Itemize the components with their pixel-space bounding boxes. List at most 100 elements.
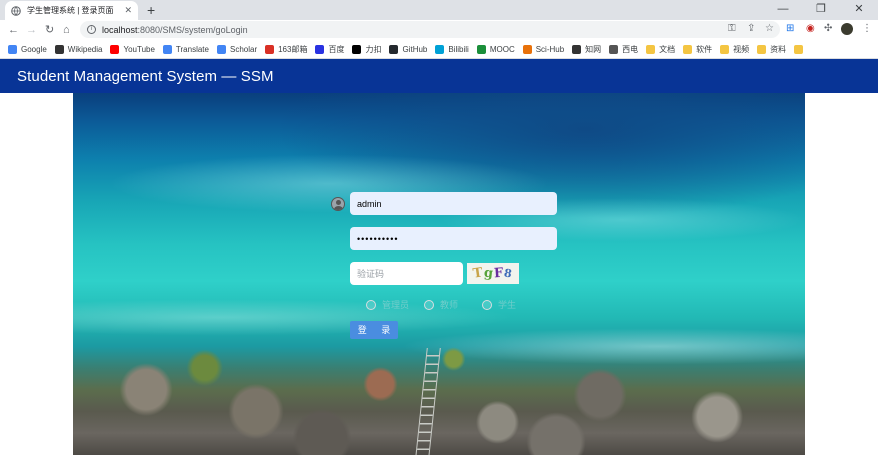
bookmark-label: 软件 <box>696 44 713 54</box>
login-button[interactable]: 登 录 <box>350 321 398 339</box>
role-radio-teacher[interactable]: 教师 <box>424 298 468 311</box>
radio-circle[interactable] <box>424 299 434 310</box>
translate-ext-icon[interactable]: ⊞ <box>786 22 794 36</box>
bookmarks-bar: Google Wikipedia YouTube Translate Scholar 16… <box>0 40 878 59</box>
globe-icon <box>11 5 21 16</box>
bookmark-item[interactable]: 视频 <box>720 44 749 55</box>
bookmark-item[interactable]: YouTube <box>110 44 155 54</box>
bookmark-label: Scholar <box>229 44 258 54</box>
bookmark-label: 西电 <box>622 44 639 54</box>
bookmark-item[interactable]: 力扣 <box>352 44 381 55</box>
bookmark-item[interactable]: 软件 <box>683 44 712 55</box>
close-window-icon[interactable]: ✕ <box>840 0 878 20</box>
maximize-icon[interactable]: ❐ <box>802 0 840 20</box>
bookmark-label: MOOC <box>489 44 515 54</box>
folder-icon <box>757 44 767 54</box>
bookmark-item[interactable]: 百度 <box>315 44 344 55</box>
role-label: 教师 <box>440 300 459 310</box>
bookmark-item[interactable] <box>794 44 807 54</box>
browser-tab-strip: 学生管理系统 | 登录页面 ✕ + — ❐ ✕ <box>0 0 878 20</box>
folder-icon <box>720 44 730 54</box>
tab-title: 学生管理系统 | 登录页面 <box>27 6 114 15</box>
bilibili-icon <box>435 44 445 54</box>
home-icon[interactable]: ⌂ <box>63 22 70 38</box>
user-avatar-icon <box>331 197 345 211</box>
back-icon[interactable]: ← <box>8 22 19 38</box>
bookmark-label: Translate <box>175 44 209 54</box>
url-path: :8080/SMS/system/goLogin <box>137 24 248 35</box>
close-tab-icon[interactable]: ✕ <box>124 5 132 16</box>
forward-icon[interactable]: → <box>26 22 37 38</box>
bookmark-label: 百度 <box>328 44 345 54</box>
baidu-icon <box>315 44 325 54</box>
bookmark-label: Sci-Hub <box>535 44 565 54</box>
scholar-icon <box>216 44 226 54</box>
leetcode-icon <box>352 44 362 54</box>
bookmark-label: Bilibili <box>448 44 469 54</box>
reload-icon[interactable]: ↻ <box>45 22 54 38</box>
new-tab-icon[interactable]: + <box>147 2 155 18</box>
bookmark-label: 知网 <box>585 44 602 54</box>
role-label: 管理员 <box>382 300 410 310</box>
extensions-puzzle-icon[interactable]: ✣ <box>824 22 832 36</box>
minimize-icon[interactable]: — <box>764 0 802 20</box>
menu-kebab-icon[interactable]: ⋮ <box>862 22 872 36</box>
bookmark-label: GitHub <box>402 44 428 54</box>
username-field[interactable] <box>350 192 557 215</box>
share-icon[interactable]: ⇪ <box>747 22 755 36</box>
bookmark-label: 力扣 <box>365 44 382 54</box>
url-host: localhost <box>102 24 138 35</box>
site-info-icon[interactable]: i <box>87 25 96 34</box>
youtube-icon <box>110 44 120 54</box>
role-label: 学生 <box>498 300 517 310</box>
bookmark-item[interactable]: 西电 <box>609 44 638 55</box>
scihub-icon <box>522 44 532 54</box>
radio-circle[interactable] <box>482 299 492 310</box>
bookmark-item[interactable]: Scholar <box>216 44 258 54</box>
app-navbar: Student Management System — SSM <box>0 59 878 93</box>
profile-avatar[interactable] <box>841 23 853 35</box>
bookmark-item[interactable]: Translate <box>162 44 209 54</box>
bookmark-label: Wikipedia <box>67 44 103 54</box>
cnki-icon <box>572 44 582 54</box>
bookmark-item[interactable]: 文档 <box>646 44 675 55</box>
radio-circle[interactable] <box>366 299 376 310</box>
captcha-char: 8 <box>503 266 514 281</box>
folder-icon <box>794 44 804 54</box>
brand-title[interactable]: Student Management System — SSM <box>17 68 274 85</box>
role-radio-student[interactable]: 学生 <box>482 298 526 311</box>
bookmark-item[interactable]: Bilibili <box>435 44 469 54</box>
bookmark-item[interactable]: Sci-Hub <box>522 44 565 54</box>
bookmark-label: 文档 <box>659 44 676 54</box>
bookmark-item[interactable]: 163邮箱 <box>265 44 307 55</box>
browser-tab[interactable]: 学生管理系统 | 登录页面 ✕ <box>5 1 138 20</box>
bookmark-star-icon[interactable]: ☆ <box>765 22 774 36</box>
wikipedia-icon <box>54 44 64 54</box>
captcha-image[interactable]: T g F 8 <box>467 263 519 284</box>
google-icon <box>8 44 17 54</box>
bookmark-item[interactable]: 知网 <box>572 44 601 55</box>
folder-icon <box>646 44 656 54</box>
bookmark-item[interactable]: Google <box>8 44 47 54</box>
bookmark-item[interactable]: GitHub <box>389 44 428 54</box>
mooc-icon <box>476 44 486 54</box>
bookmark-item[interactable]: MOOC <box>476 44 515 54</box>
folder-icon <box>683 44 693 54</box>
bookmark-item[interactable]: Wikipedia <box>54 44 103 54</box>
mail-163-icon <box>265 44 275 54</box>
role-radio-admin[interactable]: 管理员 <box>366 298 410 311</box>
bookmark-label: 资料 <box>770 44 787 54</box>
translate-icon <box>162 44 172 54</box>
verification-code-input[interactable] <box>350 262 463 285</box>
bookmark-label: Google <box>21 44 47 54</box>
extension-record-icon[interactable]: ◉ <box>806 22 815 36</box>
key-icon[interactable]: ⚿ <box>728 22 736 36</box>
address-bar[interactable]: i localhost:8080/SMS/system/goLogin <box>80 21 780 38</box>
bookmark-label: 163邮箱 <box>278 44 308 54</box>
bookmark-label: YouTube <box>123 44 155 54</box>
xidian-icon <box>609 44 619 54</box>
bookmark-item[interactable]: 资料 <box>757 44 786 55</box>
github-icon <box>389 44 399 54</box>
password-field[interactable] <box>350 227 557 250</box>
role-radio-group: 管理员 教师 学生 <box>366 298 540 311</box>
